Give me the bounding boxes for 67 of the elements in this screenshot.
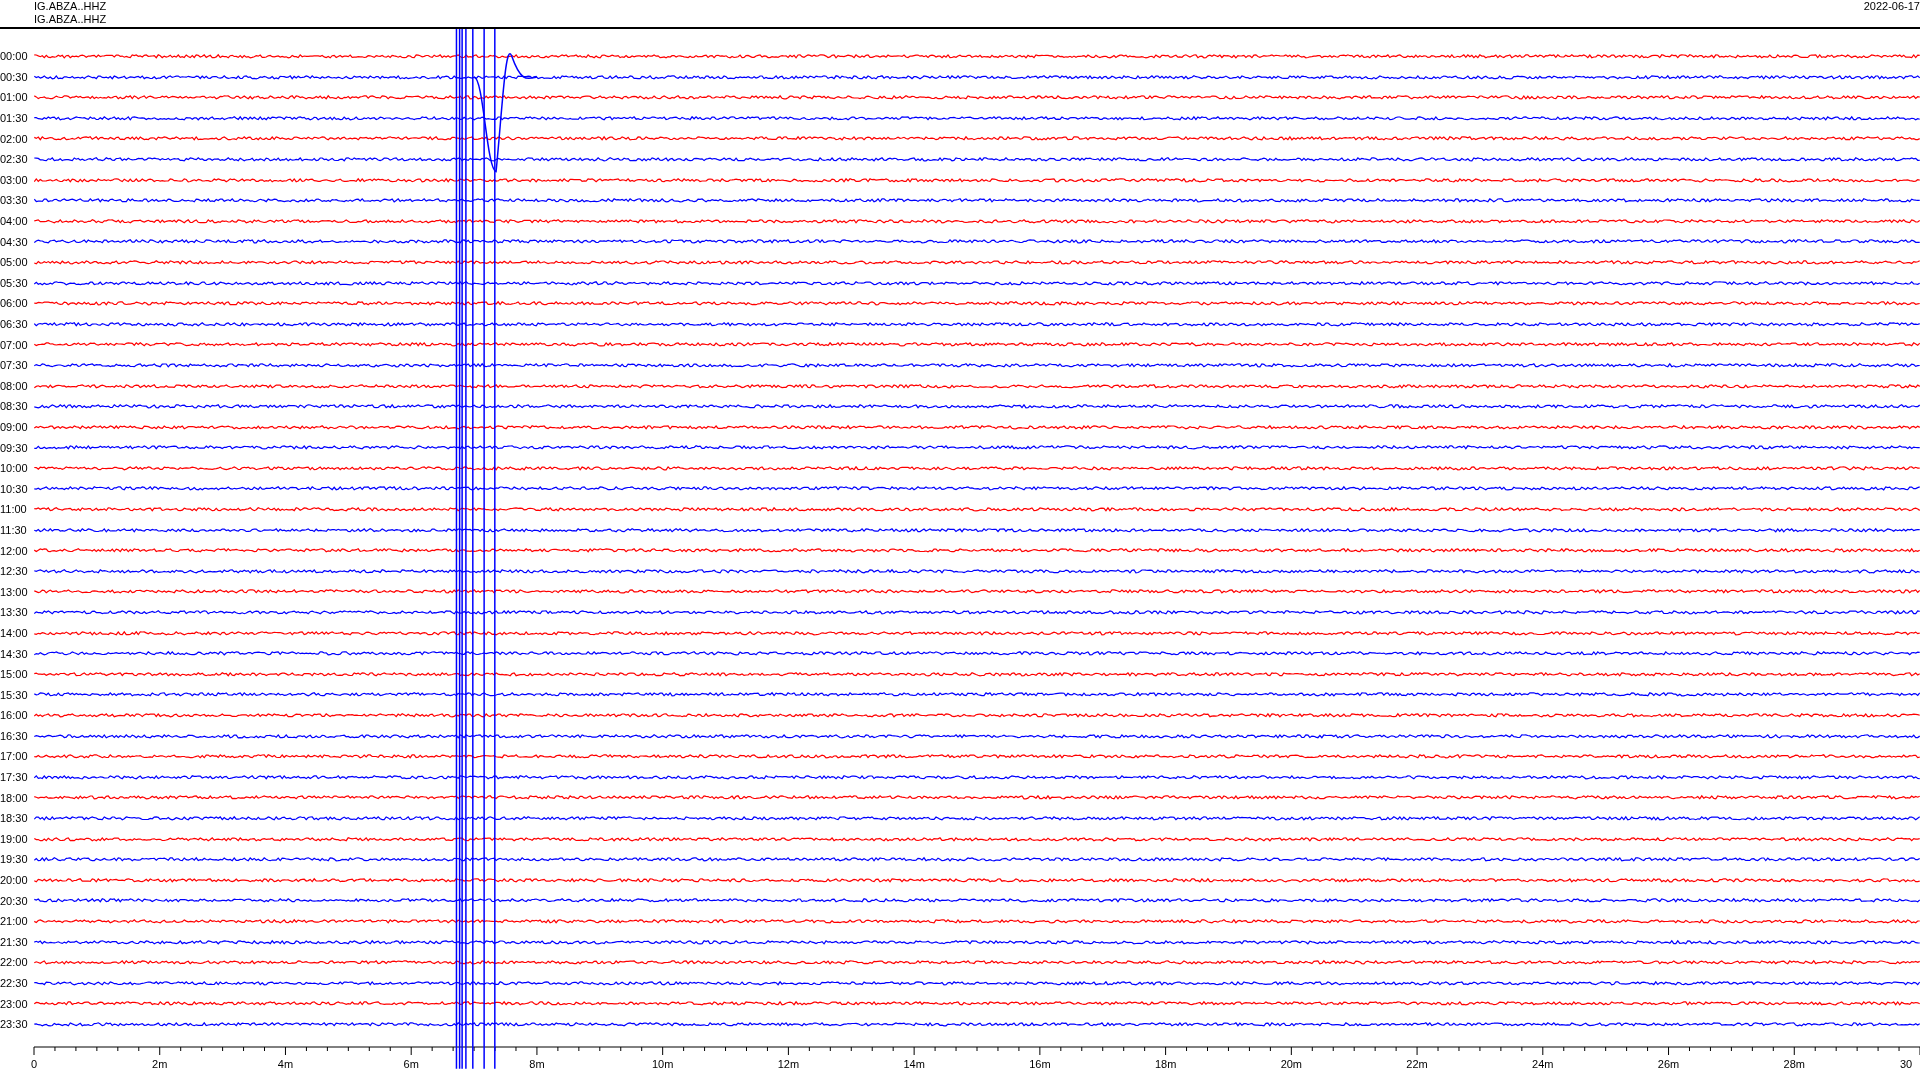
time-label: 02:00 (0, 132, 29, 145)
time-label: 18:00 (0, 791, 29, 804)
axis-label: 20m (1280, 1057, 1303, 1070)
time-label: 18:30 (0, 812, 29, 825)
time-label: 07:30 (0, 359, 29, 372)
time-label: 15:00 (0, 668, 29, 681)
time-label: 19:00 (0, 832, 29, 845)
time-label: 22:30 (0, 977, 29, 989)
time-label: 06:00 (0, 297, 29, 310)
axis-label: 14m (903, 1057, 925, 1070)
time-label: 19:30 (0, 853, 29, 866)
time-label: 05:00 (0, 256, 29, 269)
channel-label: IG.ABZA..HHZ (34, 13, 107, 26)
date-label: 2022-06-17 (1863, 0, 1920, 14)
axis-label: 22m (1406, 1057, 1428, 1070)
time-label: 05:30 (0, 276, 29, 289)
time-label: 10:30 (0, 482, 29, 495)
time-label: 09:30 (0, 441, 29, 454)
time-label: 08:30 (0, 400, 29, 413)
time-label: 04:30 (0, 235, 29, 248)
axis-label: 30 (1899, 1057, 1913, 1070)
time-label: 21:30 (0, 935, 29, 948)
time-label: 00:30 (0, 70, 29, 83)
axis-label: 24m (1532, 1057, 1554, 1070)
channel-label: IG.ABZA..HHZ (34, 0, 107, 13)
time-label: 17:30 (0, 771, 29, 784)
time-label: 23:30 (0, 1018, 29, 1031)
time-label: 23:00 (0, 997, 29, 1010)
time-label: 08:00 (0, 379, 29, 392)
time-label: 16:30 (0, 729, 29, 742)
axis-label: 28m (1783, 1057, 1805, 1070)
axis-label: 2m (152, 1057, 168, 1070)
time-label: 13:30 (0, 606, 29, 619)
time-label: 20:30 (0, 894, 29, 907)
axis-label: 6m (403, 1057, 419, 1070)
time-label: 02:30 (0, 153, 29, 166)
time-label: 21:00 (0, 915, 29, 928)
axis-label: 26m (1657, 1057, 1680, 1070)
time-label: 03:30 (0, 194, 29, 207)
time-label: 00:00 (0, 50, 29, 63)
time-label: 17:00 (0, 750, 29, 763)
time-label: 11:00 (0, 503, 28, 516)
time-label: 10:00 (0, 462, 29, 475)
time-label: 06:30 (0, 318, 29, 330)
axis-label: 8m (529, 1057, 545, 1070)
time-label: 11:30 (0, 523, 28, 536)
axis-label: 0 (30, 1057, 38, 1070)
time-label: 09:00 (0, 421, 29, 433)
time-label: 16:00 (0, 709, 29, 722)
axis-label: 10m (651, 1057, 674, 1070)
time-label: 14:00 (0, 626, 29, 639)
axis-label: 12m (777, 1057, 800, 1070)
time-label: 14:30 (0, 647, 29, 660)
time-label: 22:00 (0, 956, 29, 969)
axis-label: 16m (1029, 1057, 1051, 1070)
time-label: 07:00 (0, 338, 29, 351)
time-label: 04:00 (0, 215, 29, 228)
time-label: 12:30 (0, 565, 29, 578)
time-label: 12:00 (0, 544, 29, 557)
time-label: 01:00 (0, 91, 29, 104)
time-label: 13:00 (0, 585, 29, 598)
axis-label: 18m (1154, 1057, 1177, 1070)
time-label: 03:00 (0, 173, 29, 186)
axis-label: 4m (277, 1057, 294, 1070)
time-label: 15:30 (0, 688, 29, 701)
time-label: 01:30 (0, 112, 29, 125)
time-label: 20:00 (0, 874, 29, 887)
